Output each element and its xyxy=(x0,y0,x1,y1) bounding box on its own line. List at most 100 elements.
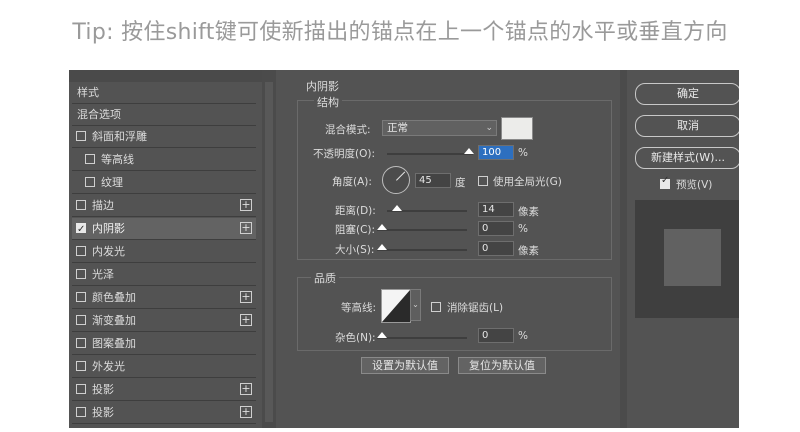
cancel-button[interactable]: 取消 xyxy=(635,115,739,137)
quality-title: 品质 xyxy=(311,270,339,286)
style-item-checkbox[interactable] xyxy=(76,315,86,325)
angle-dial[interactable] xyxy=(382,166,410,194)
style-preview-square xyxy=(664,229,721,286)
angle-field[interactable]: 45 xyxy=(415,173,451,188)
opacity-label: 不透明度(O): xyxy=(313,148,375,160)
style-item-checkbox[interactable] xyxy=(76,338,86,348)
style-item-label: 图案叠加 xyxy=(92,337,136,350)
style-item-checkbox[interactable] xyxy=(76,219,86,241)
noise-label: 杂色(N): xyxy=(335,332,376,344)
style-item-checkbox[interactable] xyxy=(76,131,86,141)
style-item-checkbox[interactable] xyxy=(76,361,86,371)
distance-field[interactable]: 14 xyxy=(478,202,514,217)
plus-icon[interactable]: + xyxy=(240,383,252,395)
size-unit: 像素 xyxy=(518,245,539,257)
noise-slider-knob[interactable] xyxy=(377,332,387,338)
style-list-item[interactable]: 光泽 xyxy=(72,264,256,286)
choke-label: 阻塞(C): xyxy=(335,224,376,236)
tip-text: Tip: 按住shift键可使新描出的锚点在上一个锚点的水平或垂直方向 xyxy=(72,20,728,45)
style-item-checkbox[interactable] xyxy=(76,246,86,256)
angle-dial-hand xyxy=(396,171,406,181)
style-item-checkbox[interactable] xyxy=(76,384,86,394)
list-scroll-thumb[interactable] xyxy=(265,82,273,422)
style-item-checkbox[interactable] xyxy=(85,177,95,187)
contour-dropdown[interactable]: ⌄ xyxy=(410,289,421,321)
style-list-item[interactable]: 样式 xyxy=(72,82,256,104)
plus-icon[interactable]: + xyxy=(240,406,252,418)
style-item-label: 光泽 xyxy=(92,268,114,281)
style-item-label: 描边 xyxy=(92,199,114,212)
style-list-item[interactable]: 颜色叠加 + xyxy=(72,287,256,309)
style-item-checkbox[interactable] xyxy=(76,292,86,302)
style-item-checkbox[interactable] xyxy=(85,154,95,164)
plus-icon[interactable]: + xyxy=(240,222,252,234)
opacity-field[interactable]: 100 xyxy=(478,145,514,160)
panel-title: 内阴影 xyxy=(306,80,339,93)
chevron-down-icon: ⌄ xyxy=(412,300,419,309)
distance-label: 距离(D): xyxy=(335,205,376,217)
antialias-checkbox[interactable] xyxy=(431,302,441,312)
distance-slider[interactable] xyxy=(387,205,467,212)
preview-checkbox[interactable]: ✓ xyxy=(660,175,670,189)
style-list-item[interactable]: 混合选项 xyxy=(72,104,256,126)
contour-preview[interactable] xyxy=(381,289,411,323)
distance-slider-knob[interactable] xyxy=(392,205,402,211)
set-default-button[interactable]: 设置为默认值 xyxy=(361,357,449,374)
style-list-item[interactable]: 内阴影 + xyxy=(72,218,256,241)
global-light-label: 使用全局光(G) xyxy=(493,176,562,188)
opacity-unit: % xyxy=(518,147,528,159)
preview-label: 预览(V) xyxy=(676,179,713,191)
plus-icon[interactable]: + xyxy=(240,291,252,303)
style-list-item[interactable]: 描边 + xyxy=(72,195,256,217)
style-list: 样式混合选项斜面和浮雕等高线纹理描边 + 内阴影 + 内发光光泽颜色叠加 + 渐变叠加 + 图案… xyxy=(69,70,262,428)
list-scrollbar[interactable] xyxy=(262,70,276,428)
style-list-item[interactable]: 纹理 xyxy=(72,172,256,194)
size-slider[interactable] xyxy=(377,244,467,251)
style-item-checkbox[interactable] xyxy=(76,407,86,417)
opacity-slider-knob[interactable] xyxy=(464,148,474,154)
style-item-checkbox[interactable] xyxy=(76,269,86,279)
style-list-item[interactable]: 投影 + xyxy=(72,402,256,424)
style-list-item[interactable]: 斜面和浮雕 xyxy=(72,126,256,148)
contour-curve-icon xyxy=(382,290,410,322)
size-field[interactable]: 0 xyxy=(478,241,514,256)
new-style-button[interactable]: 新建样式(W)... xyxy=(635,147,739,169)
layer-style-dialog: 样式混合选项斜面和浮雕等高线纹理描边 + 内阴影 + 内发光光泽颜色叠加 + 渐变叠加 + 图案… xyxy=(69,70,739,428)
opacity-slider[interactable] xyxy=(387,148,474,155)
style-list-item[interactable]: 渐变叠加 + xyxy=(72,310,256,332)
angle-unit: 度 xyxy=(455,177,466,189)
plus-icon[interactable]: + xyxy=(240,314,252,326)
blend-mode-value: 正常 xyxy=(387,122,408,134)
chevron-down-icon: ⌄ xyxy=(485,123,493,133)
style-list-item[interactable]: 图案叠加 xyxy=(72,333,256,355)
contour-label: 等高线: xyxy=(341,302,377,314)
choke-slider[interactable] xyxy=(377,224,467,231)
reset-default-button[interactable]: 复位为默认值 xyxy=(458,357,546,374)
panel-divider xyxy=(620,70,627,428)
shadow-color-swatch[interactable] xyxy=(501,117,533,140)
style-item-label: 内阴影 xyxy=(92,222,125,235)
plus-icon[interactable]: + xyxy=(240,199,252,211)
style-item-label: 斜面和浮雕 xyxy=(92,130,147,143)
style-item-label: 样式 xyxy=(77,86,99,99)
choke-slider-knob[interactable] xyxy=(377,224,387,230)
noise-field[interactable]: 0 xyxy=(478,328,514,343)
noise-slider[interactable] xyxy=(377,332,467,339)
noise-unit: % xyxy=(518,330,528,342)
ok-button[interactable]: 确定 xyxy=(635,83,739,105)
style-item-label: 渐变叠加 xyxy=(92,314,136,327)
style-item-label: 混合选项 xyxy=(77,108,121,121)
style-list-item[interactable]: 外发光 xyxy=(72,356,256,378)
list-top-strip xyxy=(69,70,262,82)
style-item-checkbox[interactable] xyxy=(76,200,86,210)
style-list-item[interactable]: 投影 + xyxy=(72,379,256,401)
choke-field[interactable]: 0 xyxy=(478,221,514,236)
style-list-item[interactable]: 内发光 xyxy=(72,241,256,263)
distance-unit: 像素 xyxy=(518,206,539,218)
global-light-checkbox[interactable] xyxy=(478,176,488,186)
style-list-item[interactable]: 等高线 xyxy=(72,149,256,171)
style-item-label: 颜色叠加 xyxy=(92,291,136,304)
blend-mode-select[interactable]: 正常 ⌄ xyxy=(382,120,497,136)
style-item-label: 内发光 xyxy=(92,245,125,258)
size-slider-knob[interactable] xyxy=(377,244,387,250)
